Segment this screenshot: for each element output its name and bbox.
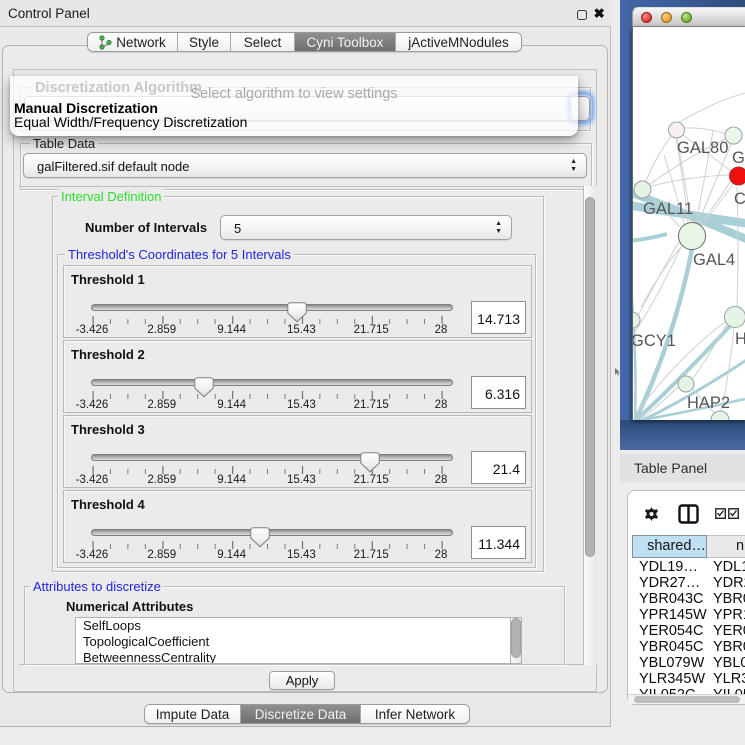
svg-text:HAP2: HAP2 [687, 394, 730, 412]
svg-text:GAL80: GAL80 [677, 139, 728, 157]
svg-text:C: C [734, 190, 745, 208]
svg-text:GAL4: GAL4 [693, 251, 735, 269]
svg-text:HI: HI [735, 330, 745, 348]
svg-text:GAL: GAL [732, 149, 745, 167]
svg-text:GCY1: GCY1 [633, 332, 676, 350]
svg-text:GAL11: GAL11 [643, 200, 693, 218]
